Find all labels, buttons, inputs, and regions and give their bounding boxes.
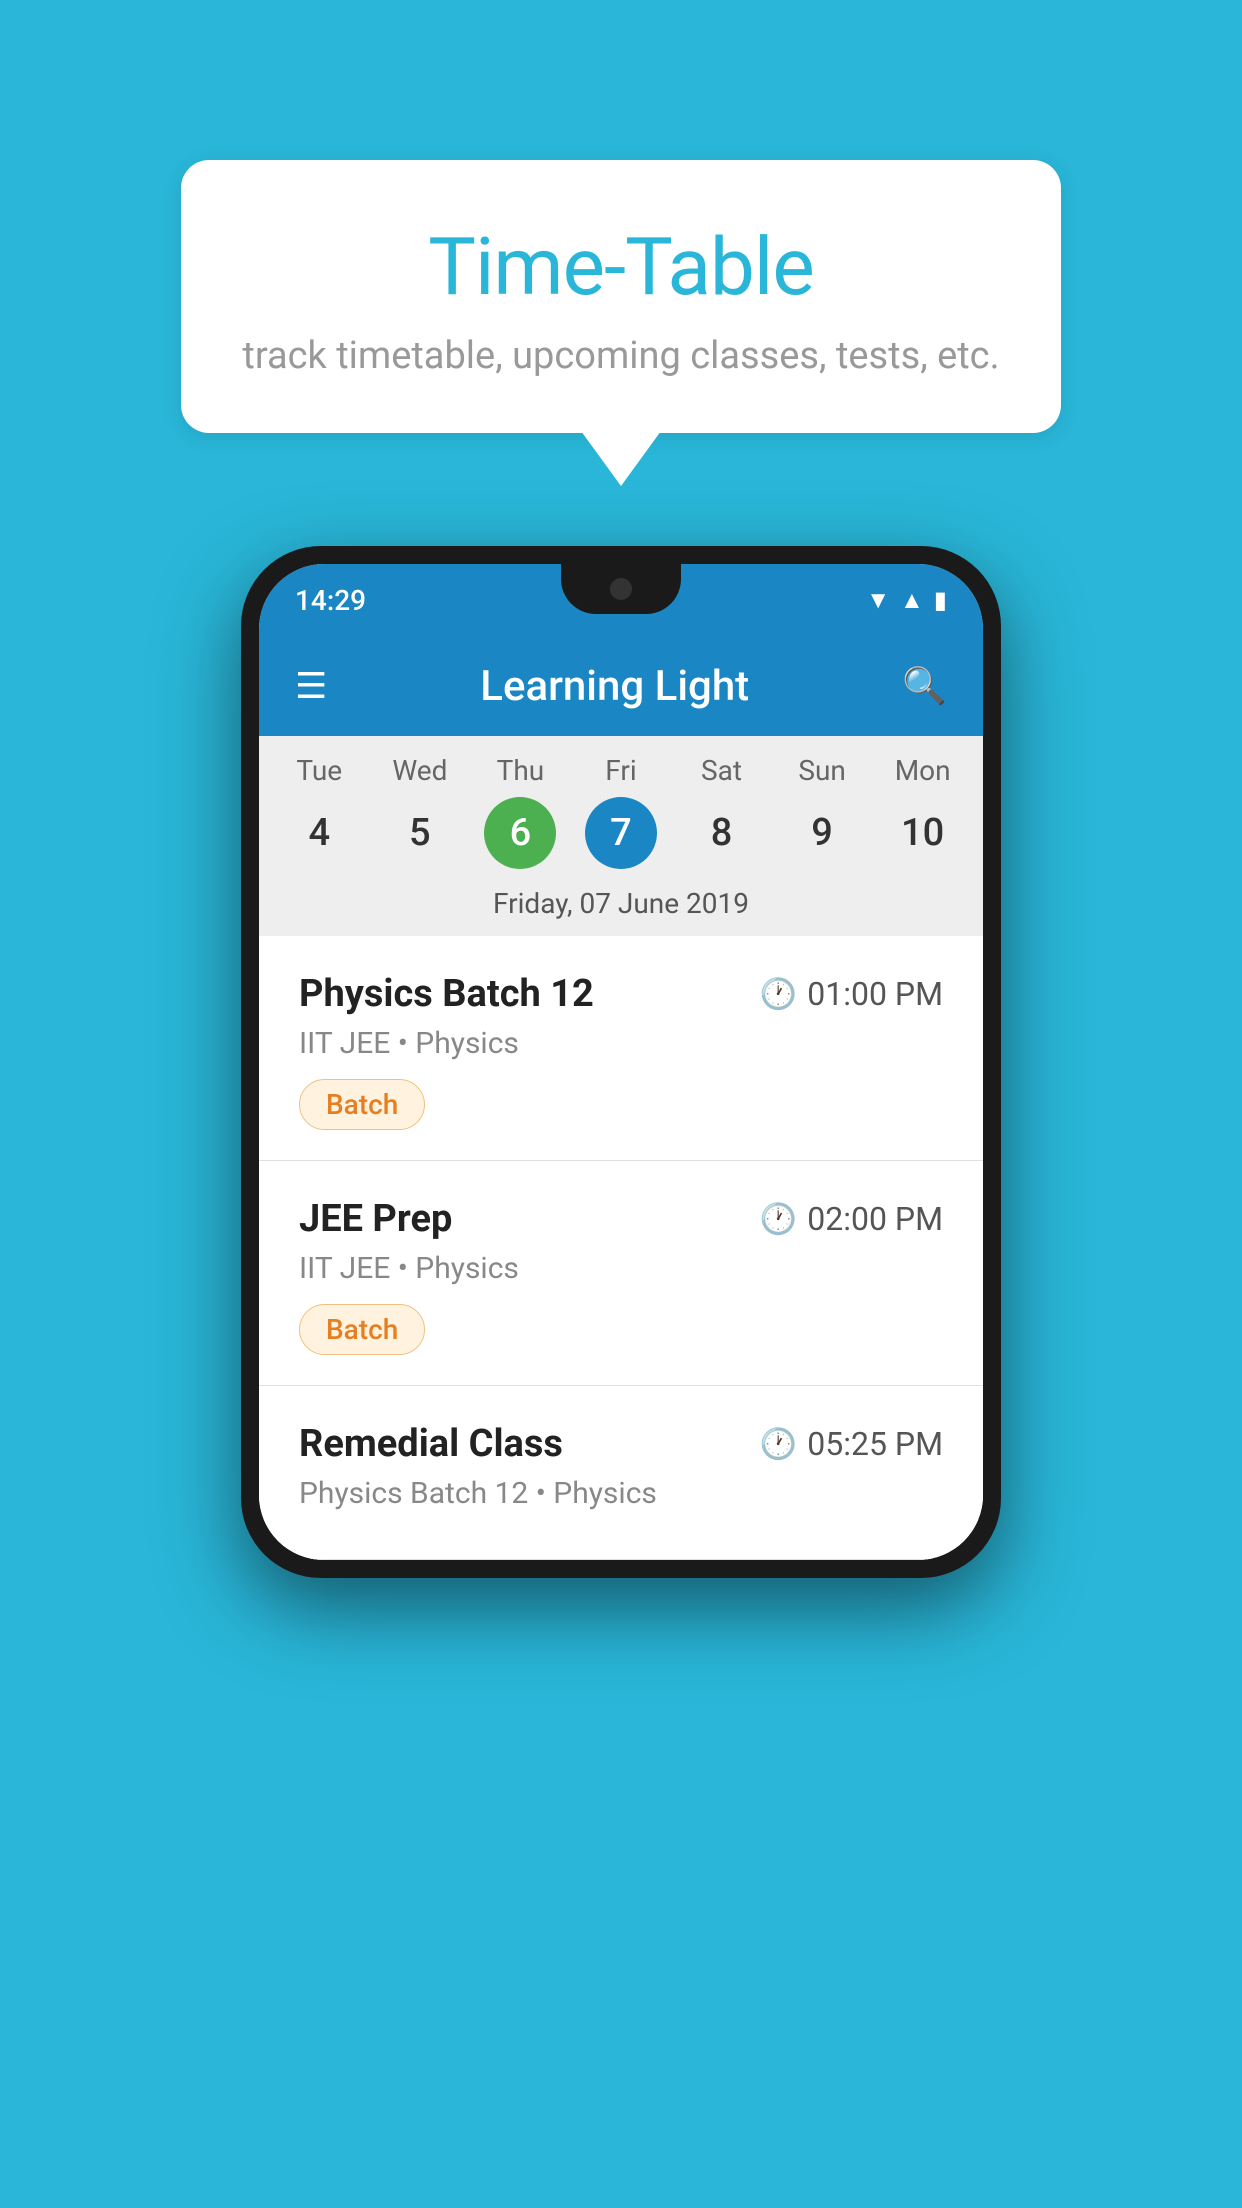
class-item[interactable]: Remedial Class 🕐05:25 PM Physics Batch 12 …: [259, 1386, 983, 1560]
class-subject: IIT JEE • Physics: [299, 1251, 943, 1286]
speech-bubble-section: Time-Table track timetable, upcoming cla…: [181, 160, 1061, 486]
days-row: Tue 4 Wed 5 Thu 6 Fri 7 Sat 8 Sun 9 Mon 10: [259, 736, 983, 877]
class-time: 🕐01:00 PM: [760, 975, 943, 1013]
signal-icon: ▲: [900, 586, 924, 615]
notch: [561, 564, 681, 614]
day-label: Thu: [497, 754, 545, 787]
calendar-section: Tue 4 Wed 5 Thu 6 Fri 7 Sat 8 Sun 9 Mon 10 Friday, 07…: [259, 736, 983, 936]
menu-icon[interactable]: ☰: [295, 665, 327, 707]
class-list: Physics Batch 12 🕐01:00 PM IIT JEE • Physi…: [259, 936, 983, 1560]
calendar-date-label: Friday, 07 June 2019: [259, 877, 983, 936]
class-time: 🕐02:00 PM: [760, 1200, 943, 1238]
class-subject: Physics Batch 12 • Physics: [299, 1476, 943, 1511]
day-number[interactable]: 10: [887, 797, 959, 869]
day-number[interactable]: 7: [585, 797, 657, 869]
batch-tag: Batch: [299, 1304, 425, 1355]
clock-icon: 🕐: [760, 1427, 797, 1462]
speech-bubble-card: Time-Table track timetable, upcoming cla…: [181, 160, 1061, 433]
day-number[interactable]: 6: [484, 797, 556, 869]
class-item[interactable]: Physics Batch 12 🕐01:00 PM IIT JEE • Physi…: [259, 936, 983, 1161]
status-time: 14:29: [295, 584, 366, 617]
day-col[interactable]: Tue 4: [269, 754, 369, 869]
day-col[interactable]: Wed 5: [370, 754, 470, 869]
class-item[interactable]: JEE Prep 🕐02:00 PM IIT JEE • Physics Batch: [259, 1161, 983, 1386]
app-title: Learning Light: [480, 662, 749, 711]
day-label: Fri: [605, 754, 636, 787]
card-title: Time-Table: [241, 220, 1001, 314]
day-label: Sun: [798, 754, 846, 787]
battery-icon: ▮: [934, 586, 947, 614]
phone-screen: 14:29 ▼ ▲ ▮ ☰ Learning Light 🔍 Tue4Wed5T…: [259, 564, 983, 1560]
class-name: JEE Prep: [299, 1197, 452, 1241]
day-col[interactable]: Mon 10: [873, 754, 973, 869]
speech-bubble-tail: [581, 431, 661, 486]
class-name: Physics Batch 12: [299, 972, 594, 1016]
wifi-icon: ▼: [866, 586, 890, 615]
day-label: Wed: [392, 754, 447, 787]
search-icon[interactable]: 🔍: [902, 665, 947, 707]
status-bar: 14:29 ▼ ▲ ▮: [259, 564, 983, 636]
day-col[interactable]: Fri 7: [571, 754, 671, 869]
day-label: Mon: [895, 754, 951, 787]
day-col[interactable]: Thu 6: [470, 754, 570, 869]
card-subtitle: track timetable, upcoming classes, tests…: [241, 334, 1001, 378]
clock-icon: 🕐: [760, 977, 797, 1012]
class-subject: IIT JEE • Physics: [299, 1026, 943, 1061]
phone-frame: 14:29 ▼ ▲ ▮ ☰ Learning Light 🔍 Tue4Wed5T…: [241, 546, 1001, 1578]
class-time: 🕐05:25 PM: [760, 1425, 943, 1463]
day-label: Tue: [296, 754, 342, 787]
day-number[interactable]: 8: [686, 797, 758, 869]
status-icons: ▼ ▲ ▮: [866, 586, 947, 615]
day-number[interactable]: 5: [384, 797, 456, 869]
day-number[interactable]: 4: [283, 797, 355, 869]
day-col[interactable]: Sat 8: [672, 754, 772, 869]
camera: [610, 578, 632, 600]
batch-tag: Batch: [299, 1079, 425, 1130]
day-label: Sat: [701, 754, 742, 787]
day-number[interactable]: 9: [786, 797, 858, 869]
app-bar: ☰ Learning Light 🔍: [259, 636, 983, 736]
day-col[interactable]: Sun 9: [772, 754, 872, 869]
clock-icon: 🕐: [760, 1202, 797, 1237]
class-name: Remedial Class: [299, 1422, 563, 1466]
